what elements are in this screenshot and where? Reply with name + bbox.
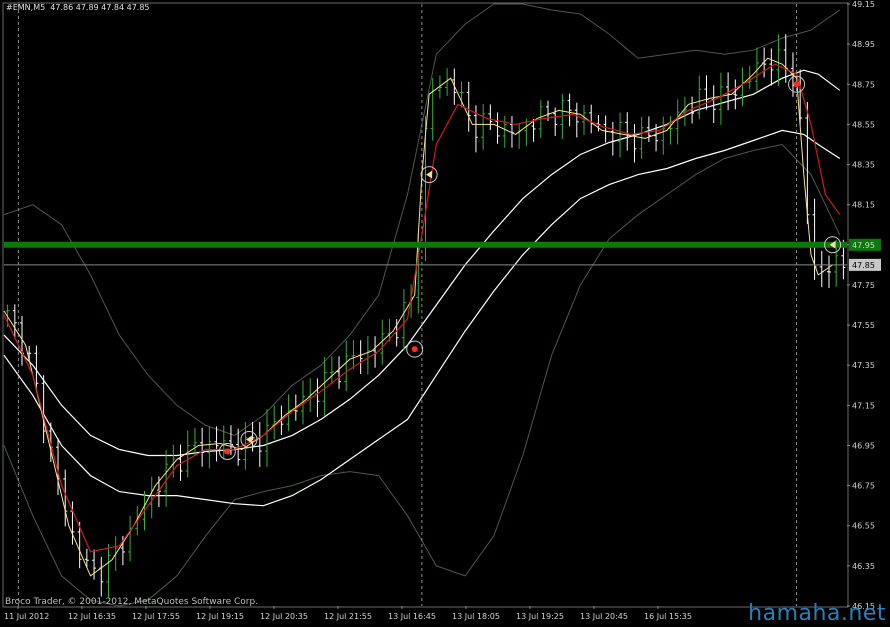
candle bbox=[322, 356, 327, 416]
candle bbox=[466, 81, 471, 132]
candle bbox=[618, 112, 623, 158]
candle bbox=[603, 115, 608, 143]
candle bbox=[264, 409, 269, 467]
candles bbox=[5, 34, 846, 598]
y-tick-label-0: 49.15 bbox=[852, 0, 875, 9]
candle bbox=[805, 101, 810, 224]
signal-dot bbox=[793, 81, 800, 88]
candle bbox=[574, 102, 579, 138]
copyright-text: Broco Trader, © 2001-2012, MetaQuotes So… bbox=[5, 597, 259, 607]
y-tick-label-12: 46.75 bbox=[852, 482, 875, 491]
y-tick-label-5: 48.15 bbox=[852, 201, 875, 210]
candle bbox=[272, 405, 277, 440]
candle bbox=[610, 122, 615, 156]
candle bbox=[718, 72, 723, 126]
candle bbox=[149, 476, 154, 519]
candle bbox=[315, 378, 320, 418]
x-tick-label-0: 11 Jul 2012 bbox=[4, 612, 49, 621]
candle bbox=[99, 556, 104, 597]
signals bbox=[218, 75, 842, 460]
candle bbox=[495, 112, 500, 144]
candle bbox=[589, 104, 594, 134]
candle bbox=[337, 356, 342, 389]
candle bbox=[740, 67, 745, 107]
x-tick-label-4: 12 Jul 20:35 bbox=[260, 612, 308, 621]
x-tick-label-5: 12 Jul 21:55 bbox=[324, 612, 372, 621]
candle bbox=[351, 340, 356, 370]
candle bbox=[257, 421, 262, 467]
candle bbox=[106, 543, 111, 598]
y-tick-label-10: 47.15 bbox=[852, 401, 875, 410]
candle bbox=[567, 93, 572, 127]
candle bbox=[329, 356, 334, 384]
candle bbox=[783, 34, 788, 83]
candle bbox=[128, 515, 133, 562]
chart-header: #EMN,M5 47.86 47.89 47.84 47.85 bbox=[6, 3, 150, 12]
candle bbox=[517, 122, 522, 149]
ma-fast-line bbox=[3, 57, 833, 577]
x-tick-label-1: 12 Jul 16:35 bbox=[68, 612, 116, 621]
candle bbox=[502, 115, 507, 148]
x-tick-label-6: 13 Jul 16:45 bbox=[388, 612, 436, 621]
candle bbox=[819, 250, 824, 288]
y-tick-label-3: 48.55 bbox=[852, 120, 875, 129]
candle bbox=[481, 103, 486, 150]
candle bbox=[675, 99, 680, 145]
ohlc-values: 47.86 47.89 47.84 47.85 bbox=[50, 3, 150, 12]
y-tick-label-8: 47.55 bbox=[852, 321, 875, 330]
x-tick-label-2: 12 Jul 17:55 bbox=[132, 612, 180, 621]
chart-window: 49.15 48.95 48.75 48.55 48.35 48.15 47.95 47.75… bbox=[0, 0, 890, 627]
candle bbox=[358, 340, 363, 374]
bollinger-lower-line bbox=[3, 143, 841, 607]
y-tick-label-2: 48.75 bbox=[852, 80, 875, 89]
y-tick-label-4: 48.35 bbox=[852, 161, 875, 170]
watermark: hamaha.net bbox=[748, 601, 886, 626]
signal-dot bbox=[411, 346, 418, 353]
symbol-label: #EMN,M5 bbox=[6, 3, 46, 12]
x-tick-label-8: 13 Jul 19:25 bbox=[516, 612, 564, 621]
candle bbox=[776, 34, 781, 86]
candle bbox=[488, 104, 493, 131]
candle bbox=[200, 427, 205, 467]
x-tick-label-9: 13 Jul 20:45 bbox=[580, 612, 628, 621]
candle bbox=[625, 112, 630, 151]
candle bbox=[207, 426, 212, 469]
y-tick-label-13: 46.55 bbox=[852, 522, 875, 531]
candle bbox=[826, 255, 831, 289]
signal-dot bbox=[224, 448, 231, 455]
y-tick-label-7: 47.75 bbox=[852, 281, 875, 290]
candle bbox=[430, 77, 435, 141]
x-tick-label-10: 16 Jul 15:35 bbox=[644, 612, 692, 621]
candle bbox=[192, 427, 197, 457]
y-tick-label-14: 46.35 bbox=[852, 562, 875, 571]
y-tick-label-1: 48.95 bbox=[852, 40, 875, 49]
candle bbox=[733, 79, 738, 110]
candle bbox=[697, 75, 702, 120]
candle bbox=[661, 116, 666, 155]
x-axis: 11 Jul 2012 12 Jul 16:35 12 Jul 17:55 12 Ju… bbox=[4, 606, 692, 621]
price-chart[interactable]: 49.15 48.95 48.75 48.55 48.35 48.15 47.95 47.75… bbox=[0, 0, 890, 627]
candle bbox=[344, 340, 349, 392]
y-tick-label-9: 47.35 bbox=[852, 361, 875, 370]
y-axis: 49.15 48.95 48.75 48.55 48.35 48.15 47.95 47.75… bbox=[847, 0, 881, 611]
candle bbox=[646, 116, 651, 142]
candle bbox=[711, 85, 716, 124]
candle bbox=[365, 336, 370, 375]
last-price-tag-label: 47.85 bbox=[852, 261, 875, 270]
x-tick-label-3: 12 Jul 19:15 bbox=[196, 612, 244, 621]
signal-dot-2 bbox=[406, 340, 424, 358]
candle bbox=[704, 75, 709, 110]
level-price-tag-label: 47.95 bbox=[852, 241, 875, 250]
candle bbox=[12, 304, 17, 338]
candle bbox=[668, 116, 673, 145]
signal-arrow-3 bbox=[420, 166, 438, 184]
candle bbox=[92, 549, 97, 580]
candle bbox=[632, 124, 637, 163]
y-tick-label-11: 46.95 bbox=[852, 441, 875, 450]
candle bbox=[401, 289, 406, 351]
signal-arrow bbox=[426, 170, 433, 179]
candle bbox=[221, 425, 226, 460]
x-tick-label-7: 13 Jul 18:05 bbox=[452, 612, 500, 621]
